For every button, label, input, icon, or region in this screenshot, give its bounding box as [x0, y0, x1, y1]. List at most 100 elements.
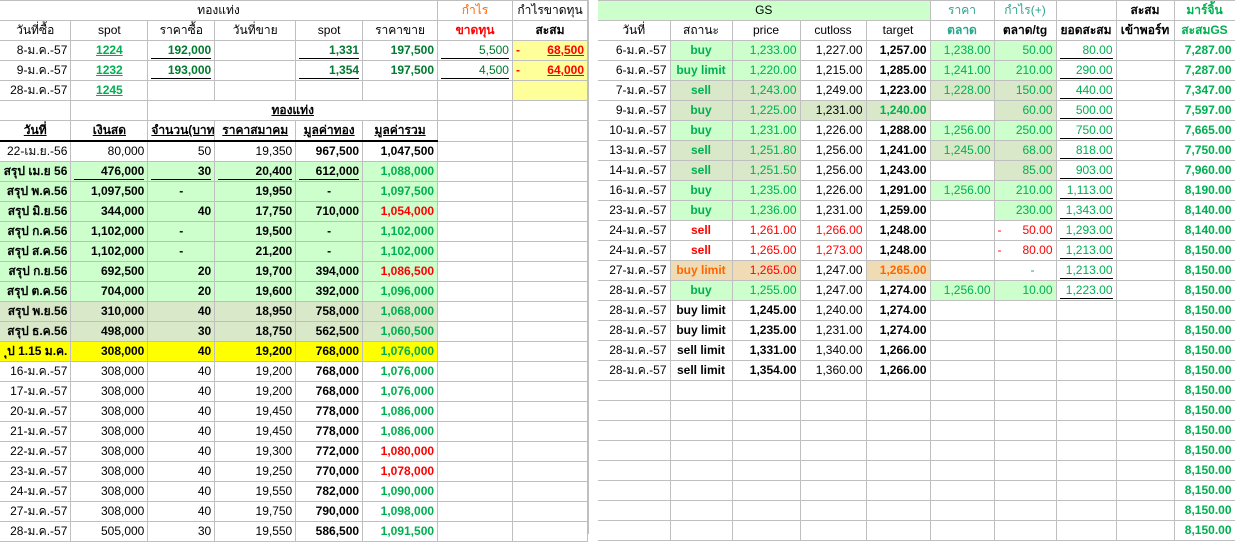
blank-cell[interactable] — [512, 321, 589, 342]
gs-status[interactable]: buy — [670, 200, 733, 221]
gs-market[interactable]: 1,256.00 — [930, 280, 995, 301]
gs-market-tg[interactable]: 230.00 — [994, 200, 1057, 221]
row-date[interactable]: 20-ม.ค.-57 — [0, 401, 72, 422]
gs-market[interactable] — [930, 340, 995, 361]
blank-cell[interactable] — [866, 440, 931, 461]
gs-port[interactable] — [1116, 200, 1175, 221]
trade-buy-price[interactable]: 193,000 — [147, 60, 216, 81]
blank-cell[interactable] — [800, 400, 867, 421]
gs-cum-gs[interactable]: 7,665.00 — [1174, 120, 1235, 141]
gs-cum-total[interactable]: 1,343.00 — [1056, 200, 1117, 221]
row-qty[interactable]: - — [147, 181, 216, 202]
column-header[interactable]: ขาดทุน — [437, 20, 513, 41]
row-qty[interactable]: 40 — [147, 501, 216, 522]
gs-port[interactable] — [1116, 260, 1175, 281]
blank-cell[interactable] — [670, 480, 733, 501]
gs-cutloss[interactable]: 1,256.00 — [800, 160, 867, 181]
blank-cell[interactable] — [437, 401, 513, 422]
row-gold-value[interactable]: 394,000 — [295, 261, 364, 282]
gs-market[interactable]: 1,245.00 — [930, 140, 995, 161]
blank-cell[interactable] — [1056, 480, 1117, 501]
gs-cum-gs[interactable]: 8,150.00 — [1174, 260, 1235, 281]
gs-cum-total[interactable] — [1056, 320, 1117, 341]
blank-cell[interactable] — [437, 481, 513, 502]
row-total-value[interactable]: 1,047,500 — [362, 141, 439, 162]
gs-price[interactable]: 1,265.00 — [732, 240, 801, 261]
blank-cell[interactable] — [512, 421, 589, 442]
blank-cell[interactable] — [866, 480, 931, 501]
row-assoc-price[interactable]: 19,700 — [214, 261, 297, 282]
gs-cum-total[interactable] — [1056, 300, 1117, 321]
gs-cutloss[interactable]: 1,231.00 — [800, 100, 867, 121]
header-gold-title[interactable]: ทองแท่ง — [0, 0, 439, 21]
column-header[interactable]: วันที่ขาย — [214, 20, 297, 41]
blank-cell[interactable] — [1116, 440, 1175, 461]
blank-cell[interactable] — [512, 120, 589, 142]
row-cash[interactable]: 1,102,000 — [70, 221, 149, 242]
gs-cum-total[interactable] — [1056, 340, 1117, 361]
row-gold-value[interactable]: 770,000 — [295, 461, 364, 482]
gs-cum-total[interactable]: 818.00 — [1056, 140, 1117, 161]
gs-market-tg[interactable] — [994, 360, 1057, 381]
row-gold-value[interactable]: 790,000 — [295, 501, 364, 522]
trade-loss[interactable]: 4,500 — [437, 60, 513, 81]
row-assoc-price[interactable]: 19,550 — [214, 521, 297, 542]
gs-market-tg[interactable]: 68.00 — [994, 140, 1057, 161]
blank-cell[interactable] — [70, 100, 149, 121]
trade-date[interactable]: 9-ม.ค.-57 — [0, 60, 72, 81]
blank-cell[interactable] — [437, 281, 513, 302]
gs-status[interactable]: sell — [670, 160, 733, 181]
gs-target[interactable]: 1,274.00 — [866, 280, 931, 301]
gs-cum-gs[interactable]: 7,960.00 — [1174, 160, 1235, 181]
gs-target[interactable]: 1,248.00 — [866, 220, 931, 241]
row-gold-value[interactable]: 778,000 — [295, 421, 364, 442]
trade-sell-price[interactable]: 197,500 — [362, 60, 439, 81]
gs-price[interactable]: 1,225.00 — [732, 100, 801, 121]
gs-cutloss[interactable]: 1,360.00 — [800, 360, 867, 381]
blank-cell[interactable] — [512, 161, 589, 182]
row-total-value[interactable]: 1,080,000 — [362, 441, 439, 462]
blank-cell[interactable] — [437, 261, 513, 282]
column-header[interactable]: วันที่ — [0, 120, 72, 142]
blank-cell[interactable] — [670, 520, 733, 541]
gs-status[interactable]: buy — [670, 280, 733, 301]
blank-cell[interactable] — [732, 520, 801, 541]
gs-port[interactable] — [1116, 180, 1175, 201]
row-cash[interactable]: 498,000 — [70, 321, 149, 342]
gs-cutloss[interactable]: 1,340.00 — [800, 340, 867, 361]
gs-cum-gs[interactable]: 7,750.00 — [1174, 140, 1235, 161]
gs-cum-total[interactable]: 1,213.00 — [1056, 260, 1117, 281]
row-date[interactable]: ุป 1.15 ม.ค. — [0, 341, 72, 362]
gs-target[interactable]: 1,257.00 — [866, 40, 931, 61]
column-header[interactable]: วันที่ซื้อ — [0, 20, 72, 41]
row-qty[interactable]: 20 — [147, 281, 216, 302]
row-qty[interactable]: 30 — [147, 521, 216, 542]
gs-market[interactable] — [930, 100, 995, 121]
trade-date[interactable]: 8-ม.ค.-57 — [0, 40, 72, 61]
row-cash[interactable]: 344,000 — [70, 201, 149, 222]
column-header[interactable]: วันที่ — [598, 20, 671, 41]
row-qty[interactable]: 40 — [147, 421, 216, 442]
gs-price[interactable]: 1,243.00 — [732, 80, 801, 101]
blank-cell[interactable] — [1056, 420, 1117, 441]
row-qty[interactable]: 40 — [147, 201, 216, 222]
blank-cell[interactable] — [512, 361, 589, 382]
header-gs[interactable]: GS — [598, 0, 931, 21]
blank-cell[interactable] — [800, 480, 867, 501]
gs-market-tg[interactable]: 150.00 — [994, 80, 1057, 101]
blank-cell[interactable] — [598, 400, 671, 421]
gs-target[interactable]: 1,274.00 — [866, 300, 931, 321]
gs-cum-total[interactable]: 1,113.00 — [1056, 180, 1117, 201]
row-gold-value[interactable]: 710,000 — [295, 201, 364, 222]
trade-sell-spot[interactable] — [295, 80, 364, 101]
blank-cell[interactable] — [598, 500, 671, 521]
blank-cell[interactable] — [1056, 0, 1117, 21]
gs-port[interactable] — [1116, 280, 1175, 301]
row-gold-value[interactable]: - — [295, 181, 364, 202]
blank-cell[interactable] — [437, 461, 513, 482]
gs-target[interactable]: 1,243.00 — [866, 160, 931, 181]
row-cash[interactable]: 80,000 — [70, 141, 149, 162]
gs-market-tg[interactable]: 10.00 — [994, 280, 1057, 301]
gs-cutloss[interactable]: 1,231.00 — [800, 320, 867, 341]
gs-status[interactable]: buy — [670, 180, 733, 201]
